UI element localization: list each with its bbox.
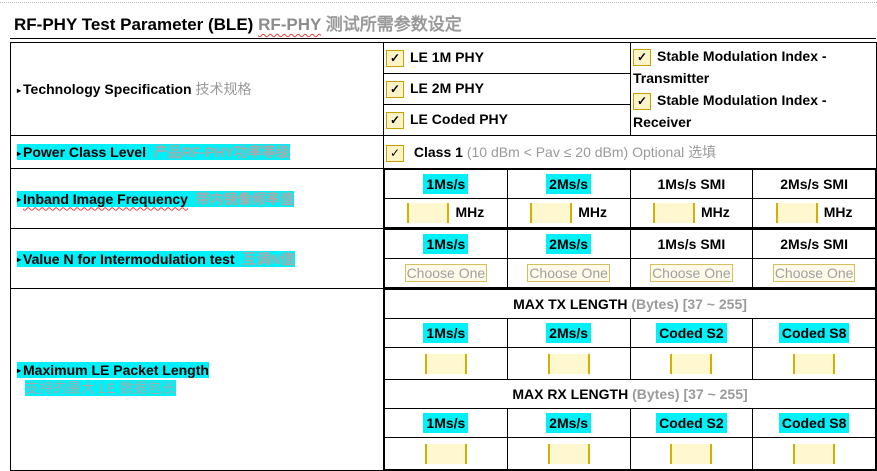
tx-col-s2: Coded S2 [629,318,754,348]
intermod-col-2m: 2Ms/s [506,229,631,259]
intermod-subtable: 1Ms/s 2Ms/s 1Ms/s SMI 2Ms/s SMI Choose O… [384,229,876,288]
checkbox-icon[interactable]: ✓ [386,80,404,98]
rx-input-s2[interactable] [670,443,713,464]
tx-input-cell [506,347,631,380]
inband-label-cell: ▸ Inband Image Frequency 带内镜像频率值 [10,168,384,229]
intermod-label: ▸ Value N for Intermodulation test 互调N值 [17,250,295,267]
row-arrow-icon: ▸ [17,195,22,205]
inband-values-cell: 1Ms/s 2Ms/s 1Ms/s SMI 2Ms/s SMI MHz MHz … [383,168,877,229]
inband-input-cell: MHz [506,198,631,228]
intermod-col-1m-smi: 1Ms/s SMI [629,229,754,259]
title-sub: RF-PHY [258,15,322,34]
rx-col-1m: 1Ms/s [384,408,508,438]
row-arrow-icon: ▸ [17,255,22,265]
power-class-label: ▸ Power Class Level 产品RF-PHY功率等级 [17,144,290,160]
checkbox-icon[interactable]: ✓ [633,92,651,110]
tx-col-2m: 2Ms/s [506,318,631,348]
intermod-select-2m-smi[interactable]: Choose One [772,264,856,282]
packet-label-cn: 支持的最大 LE 数据包长 [25,379,176,396]
intermod-col-2m-smi: 2Ms/s SMI [752,229,876,259]
checkbox-icon[interactable]: ✓ [386,111,404,129]
rx-input-cell [752,437,876,470]
inband-input-cell: MHz [629,198,754,228]
intermod-select-cell: Choose One [629,258,754,288]
rx-input-cell [384,437,508,470]
inband-subtable: 1Ms/s 2Ms/s 1Ms/s SMI 2Ms/s SMI MHz MHz … [384,169,876,228]
rx-input-1m[interactable] [424,443,467,464]
phy-option-coded[interactable]: ✓ LE Coded PHY [383,104,631,136]
phy-option-2m[interactable]: ✓ LE 2M PHY [383,73,631,105]
modulation-option-transmitter[interactable]: ✓ Stable Modulation Index - Transmitter [633,45,874,89]
rx-col-s2: Coded S2 [629,408,754,438]
intermod-label-cell: ▸ Value N for Intermodulation test 互调N值 [10,228,384,289]
tx-input-2m[interactable] [547,353,590,374]
intermod-select-cell: Choose One [384,258,508,288]
checkbox-icon[interactable]: ✓ [386,144,404,162]
tx-input-cell [752,347,876,380]
technology-label: Technology Specification [23,81,192,97]
page-title: RF-PHY Test Parameter (BLE) RF-PHY 测试所需参… [14,10,462,35]
checkbox-icon[interactable]: ✓ [633,48,651,66]
row-arrow-icon: ▸ [17,148,22,158]
inband-input-1m[interactable] [407,203,450,223]
rx-input-cell [506,437,631,470]
packet-subtable: MAX TX LENGTH (Bytes) [37 ~ 255] 1Ms/s 2… [384,289,876,470]
inband-col-2m-smi: 2Ms/s SMI [752,169,876,199]
intermod-select-cell: Choose One [506,258,631,288]
packet-values-cell: MAX TX LENGTH (Bytes) [37 ~ 255] 1Ms/s 2… [383,288,877,471]
modulation-option-receiver[interactable]: ✓ Stable Modulation Index - Receiver [633,89,874,133]
phy-option-1m[interactable]: ✓ LE 1M PHY [383,42,631,74]
intermod-select-1m[interactable]: Choose One [404,264,488,282]
technology-label-cell: ▸ Technology Specification 技术规格 [10,42,384,136]
packet-label-cell: ▸ Maximum LE Packet Length 支持的最大 LE 数据包长 [10,288,384,471]
tx-input-s2[interactable] [670,353,713,374]
tx-col-1m: 1Ms/s [384,318,508,348]
title-cn: 测试所需参数设定 [325,15,462,34]
checkbox-icon[interactable]: ✓ [386,49,404,67]
power-class-cn: 选填 [688,144,717,160]
intermod-values-cell: 1Ms/s 2Ms/s 1Ms/s SMI 2Ms/s SMI Choose O… [383,228,877,289]
top-dotted-margin [0,2,877,3]
title-rule [10,38,876,39]
inband-col-1m-smi: 1Ms/s SMI [629,169,754,199]
rx-input-2m[interactable] [547,443,590,464]
rx-input-cell [629,437,754,470]
inband-col-2m: 2Ms/s [506,169,631,199]
intermod-select-2m[interactable]: Choose One [527,264,610,282]
power-class-label-cell: ▸ Power Class Level 产品RF-PHY功率等级 [10,135,384,169]
intermod-col-1m: 1Ms/s [384,229,508,259]
modulation-options-cell: ✓ Stable Modulation Index - Transmitter ✓… [630,42,877,136]
tx-col-s8: Coded S8 [752,318,876,348]
inband-input-2m[interactable] [530,203,573,223]
rx-length-header: MAX RX LENGTH (Bytes) [37 ~ 255] [384,379,876,409]
power-class-detail: (10 dBm < Pav ≤ 20 dBm) Optional [466,144,685,160]
tx-input-1m[interactable] [424,353,467,374]
parameter-table: ▸ Technology Specification 技术规格 ✓ LE 1M PH… [10,42,877,471]
inband-col-1m: 1Ms/s [384,169,508,199]
inband-input-cell: MHz [752,198,876,228]
rx-col-2m: 2Ms/s [506,408,631,438]
rx-col-s8: Coded S8 [752,408,876,438]
inband-label: ▸ Inband Image Frequency 带内镜像频率值 [17,190,294,207]
tx-input-cell [629,347,754,380]
power-class-value-cell: ✓ Class 1 (10 dBm < Pav ≤ 20 dBm) Option… [383,135,877,169]
tx-input-s8[interactable] [793,353,836,374]
title-main: RF-PHY Test Parameter (BLE) [14,15,254,34]
row-arrow-icon: ▸ [17,366,22,376]
row-arrow-icon: ▸ [17,85,22,95]
rx-input-s8[interactable] [793,443,836,464]
power-class-name: Class 1 [413,144,463,160]
tx-length-header: MAX TX LENGTH (Bytes) [37 ~ 255] [384,289,876,319]
packet-label: ▸ Maximum LE Packet Length [17,361,209,378]
inband-input-2m-smi[interactable] [775,203,818,223]
inband-input-cell: MHz [384,198,508,228]
intermod-select-1m-smi[interactable]: Choose One [650,264,733,282]
intermod-select-cell: Choose One [752,258,876,288]
tx-input-cell [384,347,508,380]
technology-label-cn: 技术规格 [195,81,252,97]
inband-input-1m-smi[interactable] [652,203,695,223]
